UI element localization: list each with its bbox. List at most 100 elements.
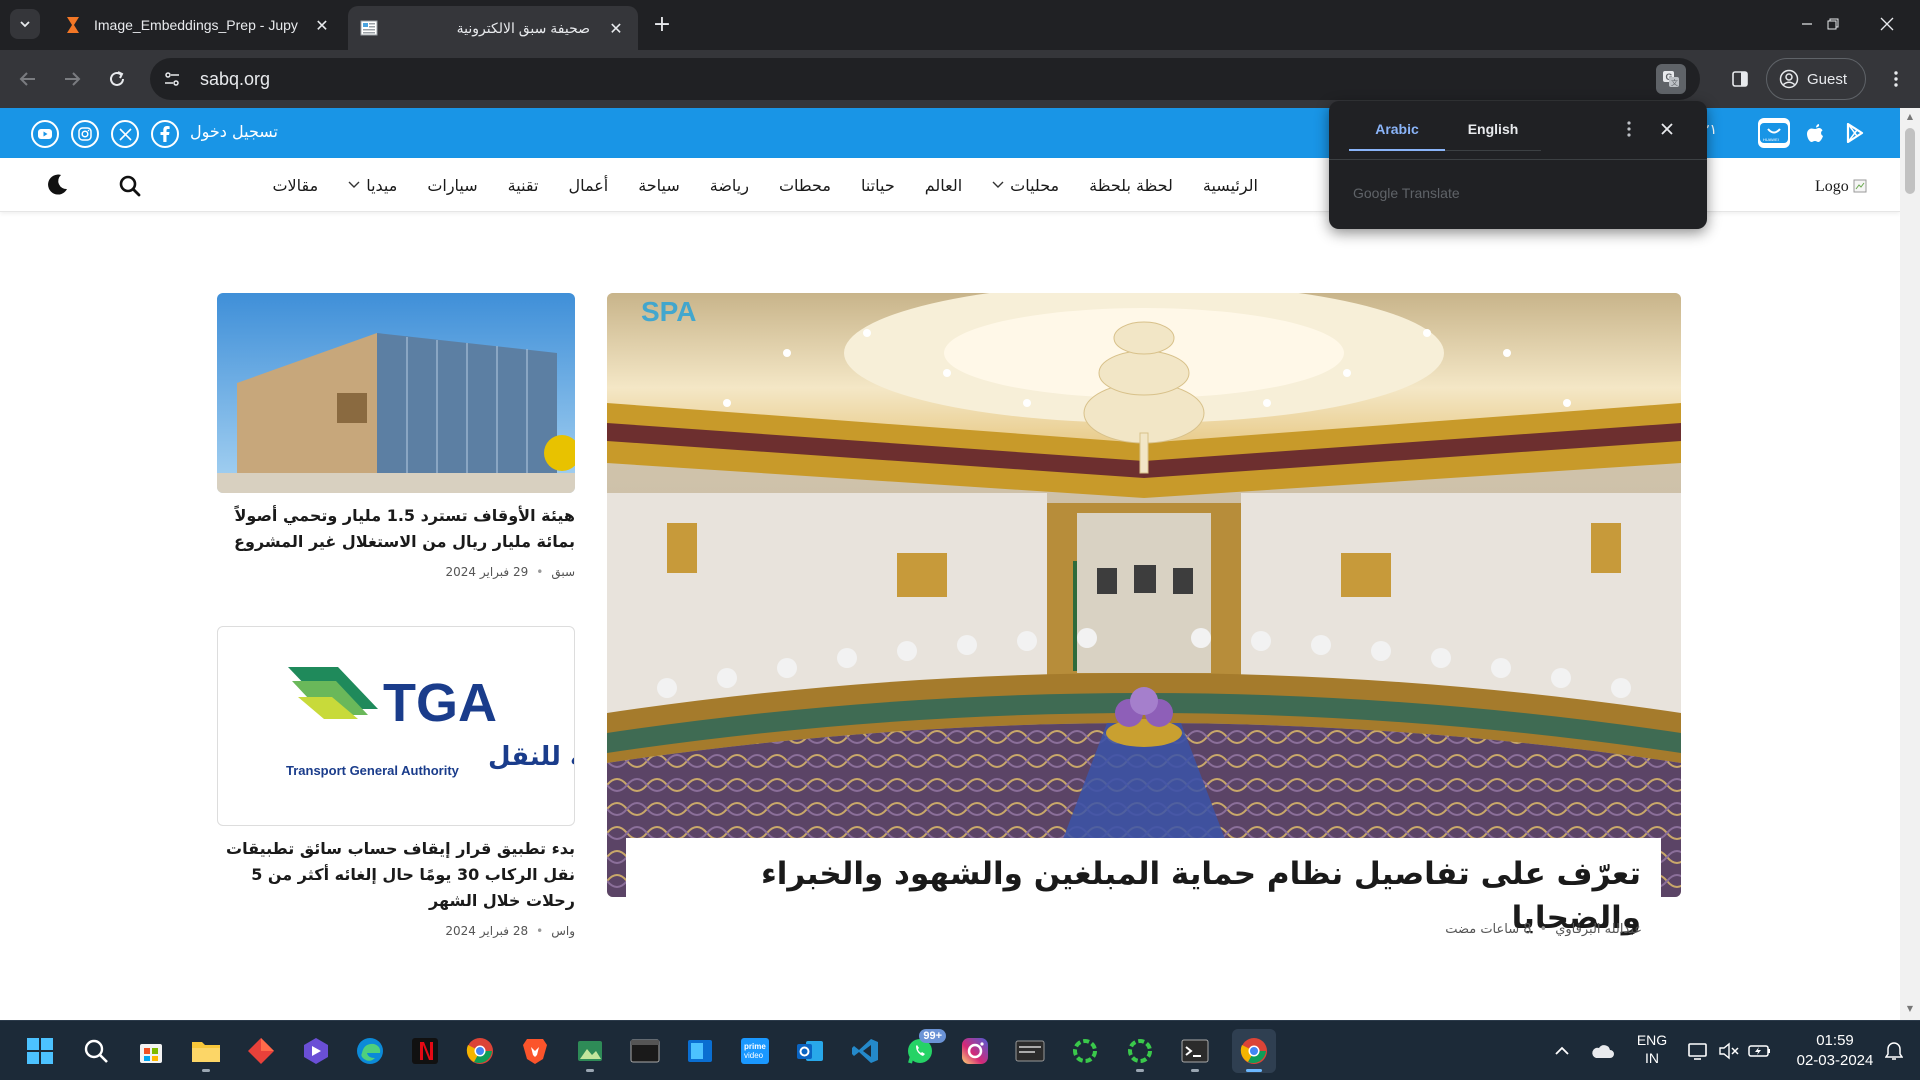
- taskbar-app-diamond[interactable]: [243, 1033, 279, 1069]
- profile-button[interactable]: Guest: [1766, 58, 1866, 100]
- google-play-link[interactable]: [1840, 118, 1870, 148]
- chrome-icon: [1240, 1038, 1267, 1064]
- main-story-title-box[interactable]: تعرّف على تفاصيل نظام حماية المبلغين وال…: [626, 838, 1661, 936]
- side-story-image[interactable]: TGA الهيئة العامة للنقل Transport Genera…: [217, 626, 575, 826]
- new-tab-button[interactable]: +: [648, 10, 676, 38]
- clock[interactable]: 01:59 02-03-2024: [1780, 1031, 1890, 1071]
- facebook-link[interactable]: [151, 120, 179, 148]
- reload-button[interactable]: [101, 63, 133, 95]
- side-story-image[interactable]: [217, 293, 575, 493]
- taskbar-app-window[interactable]: [1012, 1033, 1048, 1069]
- forward-button[interactable]: [56, 63, 88, 95]
- taskbar-instagram[interactable]: [957, 1033, 993, 1069]
- chevron-up-icon: [1555, 1046, 1569, 1055]
- nav-item-sports[interactable]: رياضة: [695, 176, 764, 195]
- taskbar-chrome-active[interactable]: [1232, 1029, 1276, 1073]
- side-panel-button[interactable]: [1724, 63, 1756, 95]
- nav-item-home[interactable]: الرئيسية: [1188, 176, 1273, 195]
- taskbar-app-ring-1[interactable]: [1067, 1033, 1103, 1069]
- start-button[interactable]: [22, 1033, 58, 1069]
- taskbar-outlook[interactable]: [792, 1033, 828, 1069]
- site-logo[interactable]: Logo: [1815, 178, 1867, 196]
- nav-item-live[interactable]: لحظة بلحظة: [1074, 176, 1188, 195]
- site-info-icon[interactable]: [154, 61, 190, 97]
- keyboard-language-indicator[interactable]: ENG IN: [1632, 1031, 1672, 1067]
- command-prompt-icon: [1181, 1039, 1209, 1063]
- instagram-link[interactable]: [71, 120, 99, 148]
- apple-store-link[interactable]: [1800, 118, 1830, 148]
- nav-item-local[interactable]: محليات: [977, 176, 1074, 195]
- taskbar-prime-video[interactable]: prime video: [737, 1033, 773, 1069]
- tray-onedrive[interactable]: [1584, 1033, 1620, 1069]
- taskbar-vscode[interactable]: [847, 1033, 883, 1069]
- browser-menu-button[interactable]: [1880, 63, 1912, 95]
- nav-item-media[interactable]: ميديا: [333, 176, 412, 195]
- translate-source-lang-tab[interactable]: Arabic: [1349, 121, 1445, 151]
- image-viewer-icon: [578, 1041, 602, 1061]
- tab-sabq[interactable]: صحيفة سبق الالكترونية ✕: [348, 6, 638, 50]
- login-link[interactable]: تسجيل دخول: [190, 122, 278, 141]
- dark-mode-toggle[interactable]: [44, 172, 70, 198]
- page-scrollbar[interactable]: ▲ ▼: [1900, 108, 1920, 1020]
- scroll-down-icon[interactable]: ▼: [1904, 1004, 1916, 1016]
- tab-search-button[interactable]: [10, 9, 40, 39]
- nav-item-articles[interactable]: مقالات: [257, 176, 333, 195]
- nav-item-stations[interactable]: محطات: [764, 176, 846, 195]
- translate-target-lang-tab[interactable]: English: [1445, 121, 1541, 151]
- taskbar-app-ring-2[interactable]: [1122, 1033, 1158, 1072]
- nav-item-business[interactable]: أعمال: [553, 176, 623, 195]
- side-story-title[interactable]: بدء تطبيق قرار إيقاف حساب سائق تطبيقات ن…: [217, 836, 575, 914]
- taskbar-whatsapp[interactable]: 99+: [902, 1029, 946, 1069]
- huawei-appgallery-link[interactable]: HUAWEI: [1758, 118, 1790, 148]
- taskbar-terminal[interactable]: [627, 1033, 663, 1069]
- brave-icon: [523, 1039, 547, 1064]
- translate-options-button[interactable]: [1615, 115, 1643, 143]
- translate-close-button[interactable]: [1653, 115, 1681, 143]
- clock-time: 01:59: [1816, 1032, 1854, 1049]
- taskbar-app-store[interactable]: [133, 1033, 169, 1069]
- taskbar-netflix[interactable]: [407, 1033, 443, 1069]
- search-icon: [119, 175, 141, 197]
- nav-item-cars[interactable]: سيارات: [412, 176, 492, 195]
- nav-item-world[interactable]: العالم: [910, 176, 977, 195]
- taskbar-chrome[interactable]: [462, 1033, 498, 1069]
- story-time: 8 ساعات مضت: [1445, 922, 1532, 937]
- image-watermark: SPA: [641, 296, 697, 327]
- taskbar-app-blue-window[interactable]: [682, 1033, 718, 1069]
- translate-button[interactable]: G文: [1656, 64, 1686, 94]
- main-story-image[interactable]: SPA: [607, 293, 1681, 897]
- tray-overflow-button[interactable]: [1544, 1033, 1580, 1069]
- address-bar[interactable]: sabq.org G文: [150, 58, 1700, 100]
- tray-quick-settings[interactable]: [1680, 1033, 1780, 1069]
- url-text[interactable]: sabq.org: [200, 69, 270, 90]
- window-close-button[interactable]: [1864, 8, 1910, 40]
- site-search-button[interactable]: [118, 174, 142, 198]
- taskbar-search-button[interactable]: [78, 1033, 114, 1069]
- nav-item-tech[interactable]: تقنية: [493, 176, 554, 195]
- maximize-button[interactable]: [1810, 8, 1856, 40]
- taskbar-app-green[interactable]: [572, 1033, 608, 1072]
- taskbar-file-explorer[interactable]: [188, 1033, 224, 1072]
- tab-jupyter[interactable]: Image_Embeddings_Prep - Jupy ✕: [52, 6, 344, 44]
- nav-item-tourism[interactable]: سياحة: [623, 176, 695, 195]
- microsoft-store-icon: [140, 1044, 162, 1063]
- side-story-card[interactable]: TGA الهيئة العامة للنقل Transport Genera…: [217, 626, 575, 938]
- story-author[interactable]: عبدالله البرقاوي: [1555, 922, 1642, 937]
- back-button[interactable]: [12, 63, 44, 95]
- taskbar-terminal-2[interactable]: [1177, 1033, 1213, 1072]
- tab-title: Image_Embeddings_Prep - Jupy: [94, 17, 298, 33]
- scrollbar-thumb[interactable]: [1905, 128, 1915, 194]
- taskbar-brave[interactable]: [517, 1033, 553, 1069]
- scroll-up-icon[interactable]: ▲: [1904, 112, 1916, 124]
- taskbar-edge[interactable]: [352, 1033, 388, 1069]
- side-story-card[interactable]: هيئة الأوقاف تسترد 1.5 مليار وتحمي أصولا…: [217, 293, 575, 579]
- x-twitter-link[interactable]: [111, 120, 139, 148]
- close-icon[interactable]: ✕: [606, 18, 626, 38]
- taskbar-app-hexagon[interactable]: [298, 1033, 334, 1069]
- svg-text:HUAWEI: HUAWEI: [1763, 137, 1779, 142]
- notification-center-button[interactable]: [1876, 1033, 1912, 1069]
- nav-item-life[interactable]: حياتنا: [846, 176, 910, 195]
- youtube-link[interactable]: [31, 120, 59, 148]
- side-story-title[interactable]: هيئة الأوقاف تسترد 1.5 مليار وتحمي أصولا…: [217, 503, 575, 555]
- close-icon[interactable]: ✕: [312, 15, 332, 35]
